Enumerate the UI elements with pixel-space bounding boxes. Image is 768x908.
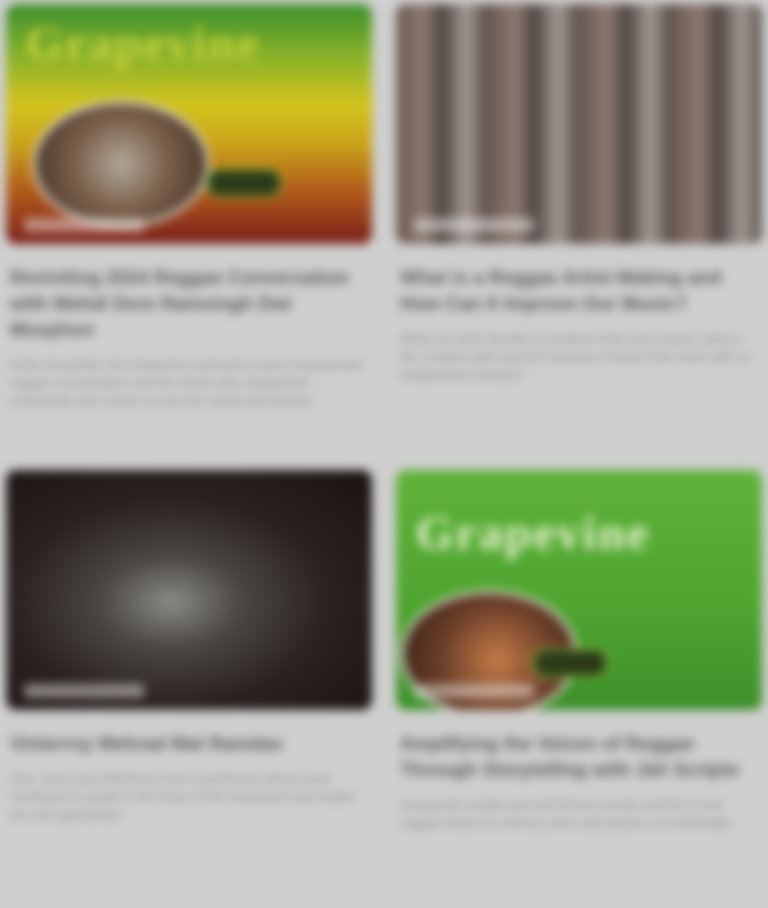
article-title[interactable]: What is a Reggae Artist Making and How C… xyxy=(400,266,758,318)
article-thumbnail[interactable] xyxy=(6,470,372,710)
article-card[interactable]: Grapevine Amplifying the Voices of Regga… xyxy=(396,470,762,832)
article-description: Early December the Grapevine reviewed a … xyxy=(10,357,363,408)
thumbnail-logo: Grapevine xyxy=(26,17,260,70)
article-card[interactable]: Grapevine Revisiting 2024 Reggae Convers… xyxy=(6,4,372,410)
thumbnail-portrait xyxy=(32,100,210,228)
article-description: When an artist decides to produce their … xyxy=(400,331,752,382)
article-description: Dub, roots and reflections from a perfor… xyxy=(10,771,356,822)
article-title[interactable]: Revisiting 2024 Reggae Conversation with… xyxy=(10,266,368,344)
thumbnail-badge xyxy=(206,168,282,198)
article-description: Grassroots media and oral history remain… xyxy=(400,797,734,830)
article-thumbnail[interactable] xyxy=(396,4,762,244)
thumbnail-caption-bar xyxy=(24,218,144,232)
thumbnail-logo: Grapevine xyxy=(416,507,650,560)
thumbnail-caption-bar xyxy=(24,684,144,698)
article-card[interactable]: Vinterroy Mehrad Mat Ramdas Dub, roots a… xyxy=(6,470,372,824)
article-thumbnail[interactable]: Grapevine xyxy=(396,470,762,710)
article-title[interactable]: Amplifying the Voices of Reggae Through … xyxy=(400,732,758,784)
article-title[interactable]: Vinterroy Mehrad Mat Ramdas xyxy=(10,732,368,758)
article-thumbnail[interactable]: Grapevine xyxy=(6,4,372,244)
article-grid: Grapevine Revisiting 2024 Reggae Convers… xyxy=(0,0,768,908)
article-card[interactable]: What is a Reggae Artist Making and How C… xyxy=(396,4,762,384)
thumbnail-caption-bar xyxy=(414,684,534,698)
thumbnail-caption-bar xyxy=(414,218,534,232)
thumbnail-badge xyxy=(532,648,608,678)
